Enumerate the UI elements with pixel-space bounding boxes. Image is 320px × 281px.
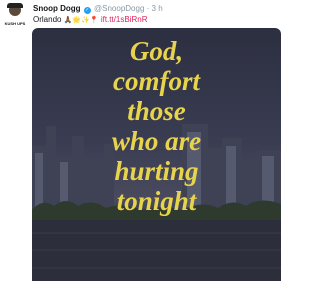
tweet-image[interactable]: God, comfort those who are hurting tonig… <box>32 28 281 281</box>
tweet-link[interactable]: ift.tt/1sBiRnR <box>101 15 148 24</box>
user-name[interactable]: Snoop Dogg <box>33 4 81 13</box>
avatar-label: KUSH UPS <box>4 21 26 26</box>
pin-emoji: 📍 <box>89 17 99 24</box>
verified-icon: ✓ <box>83 7 91 14</box>
quote-line: comfort <box>113 66 200 96</box>
quote-text: God, comfort those who are hurting tonig… <box>32 36 281 216</box>
timestamp[interactable]: 3 h <box>152 4 163 13</box>
user-handle[interactable]: @SnoopDogg <box>94 4 144 13</box>
quote-line: hurting <box>114 156 199 186</box>
avatar-hat <box>7 3 23 8</box>
avatar[interactable]: KUSH UPS <box>3 3 27 27</box>
glowing-star-emoji: 🌟 <box>72 17 82 24</box>
tweet-header: Snoop Dogg ✓ @SnoopDogg · 3 h <box>33 3 280 14</box>
tweet-text-content: Orlando <box>33 15 62 24</box>
sparkles-emoji: ✨ <box>81 17 90 24</box>
separator: · <box>146 4 150 13</box>
quote-line: who are <box>111 126 202 156</box>
quote-line: those <box>127 96 186 126</box>
tweet-text: Orlando 🙏🏾🌟✨📍 ift.tt/1sBiRnR <box>33 14 280 26</box>
quote-line: God, <box>129 36 184 66</box>
quote-line: tonight <box>116 186 197 216</box>
